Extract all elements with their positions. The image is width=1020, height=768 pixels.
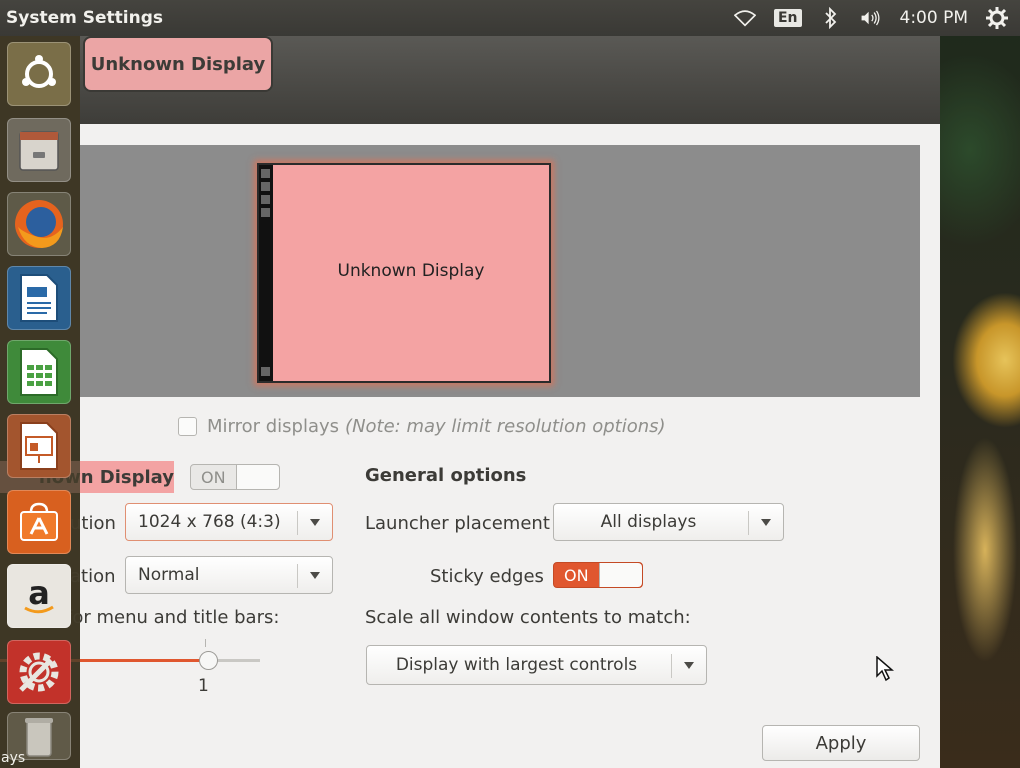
keyboard-layout-indicator[interactable]: En bbox=[773, 9, 802, 27]
sticky-toggle-label: ON bbox=[564, 566, 589, 585]
displays-settings-window: Unknown Display Unknown Display Mirror d… bbox=[0, 36, 940, 768]
calc-icon[interactable] bbox=[7, 340, 71, 404]
rotation-select[interactable]: Normal bbox=[125, 556, 333, 594]
mirror-displays-label: Mirror displays bbox=[207, 416, 340, 437]
svg-text:a: a bbox=[28, 574, 50, 612]
combo-separator bbox=[748, 511, 749, 535]
unknown-display-tab[interactable]: Unknown Display bbox=[83, 36, 273, 92]
rotation-value: Normal bbox=[138, 565, 200, 585]
combo-separator bbox=[297, 564, 298, 588]
general-options-title: General options bbox=[365, 465, 527, 486]
bluetooth-icon[interactable] bbox=[820, 7, 842, 29]
combo-separator bbox=[297, 511, 298, 535]
display-on-toggle[interactable]: ON bbox=[190, 464, 280, 490]
sticky-edges-label: Sticky edges bbox=[430, 566, 544, 587]
toggle-knob bbox=[236, 465, 279, 489]
mirror-displays-note: (Note: may limit resolution options) bbox=[345, 416, 666, 437]
chevron-down-icon bbox=[684, 662, 694, 669]
launcher-placement-select[interactable]: All displays bbox=[553, 503, 784, 541]
chevron-down-icon bbox=[310, 572, 320, 579]
wifi-icon[interactable] bbox=[733, 7, 756, 29]
system-settings-icon[interactable] bbox=[7, 640, 71, 704]
chevron-down-icon bbox=[310, 519, 320, 526]
chevron-down-icon bbox=[761, 519, 771, 526]
strip-square bbox=[261, 182, 270, 191]
launcher-strip-preview bbox=[259, 165, 273, 381]
toggle-knob bbox=[599, 563, 642, 587]
ubuntu-dash-icon[interactable] bbox=[7, 42, 71, 106]
amazon-icon[interactable]: a bbox=[7, 564, 71, 628]
scale-all-label: Scale all window contents to match: bbox=[365, 607, 691, 628]
top-panel: System Settings En 4:00 PM bbox=[0, 0, 1020, 36]
combo-separator bbox=[671, 654, 672, 678]
scale-slider-handle[interactable] bbox=[199, 651, 218, 670]
strip-square bbox=[261, 367, 270, 376]
mouse-pointer-icon bbox=[876, 656, 894, 682]
scale-slider-value: 1 bbox=[198, 676, 209, 696]
software-center-icon[interactable] bbox=[7, 490, 71, 554]
strip-square bbox=[261, 208, 270, 217]
display-arrangement-area[interactable]: Unknown Display bbox=[80, 145, 920, 397]
apply-button[interactable]: Apply bbox=[762, 725, 920, 761]
clock[interactable]: 4:00 PM bbox=[900, 8, 969, 28]
strip-square bbox=[261, 195, 270, 204]
scale-menu-label: for menu and title bars: bbox=[66, 607, 280, 628]
session-gear-icon[interactable] bbox=[986, 7, 1008, 29]
strip-square bbox=[261, 169, 270, 178]
launcher-placement-label: Launcher placement bbox=[365, 513, 550, 534]
monitor-label: Unknown Display bbox=[337, 261, 485, 281]
trash-caption: ays bbox=[1, 750, 26, 766]
app-title: System Settings bbox=[6, 8, 163, 28]
window-header: Unknown Display bbox=[80, 36, 940, 124]
impress-icon[interactable] bbox=[7, 414, 71, 478]
volume-icon[interactable] bbox=[860, 7, 882, 29]
trash-icon[interactable]: ays bbox=[1, 712, 71, 766]
display-toggle-label: ON bbox=[201, 468, 226, 487]
monitor-preview[interactable]: Unknown Display bbox=[257, 163, 551, 383]
slider-tick bbox=[205, 639, 206, 647]
desktop-wallpaper bbox=[930, 30, 1020, 768]
files-icon[interactable] bbox=[7, 118, 71, 182]
launcher-placement-value: All displays bbox=[600, 512, 697, 532]
scale-all-value: Display with largest controls bbox=[395, 655, 638, 675]
unity-launcher: a ays bbox=[0, 36, 80, 768]
sticky-edges-toggle[interactable]: ON bbox=[553, 562, 643, 588]
resolution-select[interactable]: 1024 x 768 (4:3) bbox=[125, 503, 333, 541]
writer-icon[interactable] bbox=[7, 266, 71, 330]
mirror-displays-row: Mirror displays (Note: may limit resolut… bbox=[178, 416, 666, 437]
firefox-icon[interactable] bbox=[7, 192, 71, 256]
resolution-value: 1024 x 768 (4:3) bbox=[138, 512, 281, 532]
mirror-displays-checkbox[interactable] bbox=[178, 417, 197, 436]
scale-all-select[interactable]: Display with largest controls bbox=[366, 645, 707, 685]
indicator-area: En 4:00 PM bbox=[733, 0, 1008, 36]
